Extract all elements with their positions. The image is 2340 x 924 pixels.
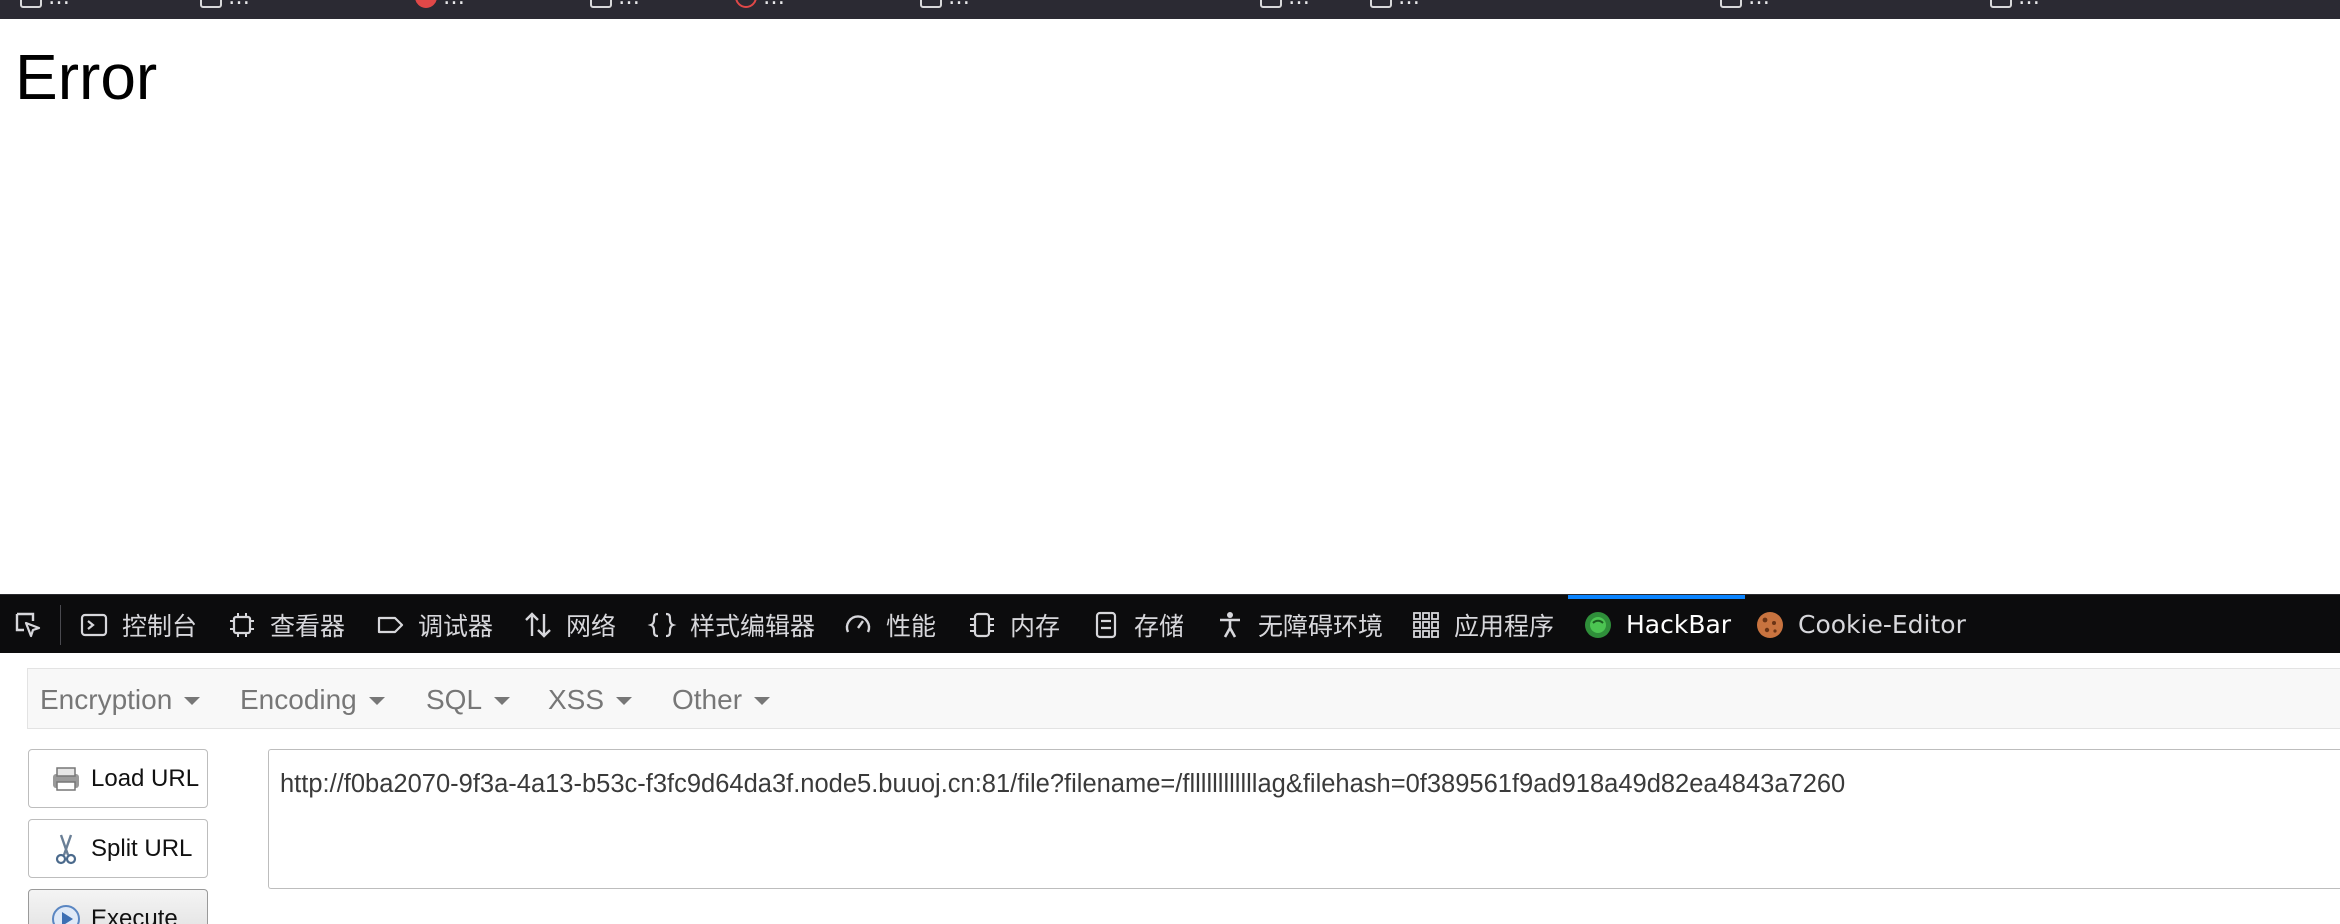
hackbar-menu-bar: Encryption Encoding SQL XSS Other	[27, 668, 2340, 729]
cookie-icon	[1754, 609, 1786, 641]
devtools-toolbar: 控制台 查看器 调试器 网络 样式编辑器 性能 内存 存储 无障碍环境 应用程序…	[0, 594, 2340, 653]
hackbar-panel: Encryption Encoding SQL XSS Other Load U…	[0, 653, 2340, 924]
execute-button[interactable]: Execute	[28, 889, 208, 924]
url-textarea[interactable]: http://f0ba2070-9f3a-4a13-b53c-f3fc9d64d…	[268, 749, 2340, 889]
tab-debugger[interactable]: 调试器	[374, 595, 493, 654]
folder-icon	[1370, 0, 1392, 8]
folder-icon	[1260, 0, 1282, 8]
tab-label: 无障碍环境	[1258, 611, 1384, 641]
bookmark-item[interactable]: …	[20, 0, 70, 12]
gauge-icon	[842, 609, 874, 641]
tab-label: HackBar	[1626, 610, 1732, 639]
tab-inspector[interactable]: 查看器	[226, 595, 345, 654]
menu-sql[interactable]: SQL	[426, 669, 511, 730]
page-heading: Error	[15, 41, 158, 113]
folder-icon	[1720, 0, 1742, 8]
tab-label: Cookie-Editor	[1798, 610, 1966, 639]
menu-other[interactable]: Other	[672, 669, 771, 730]
storage-icon	[1090, 609, 1122, 641]
bookmark-item[interactable]: …	[200, 0, 250, 12]
accessibility-icon	[1214, 609, 1246, 641]
pick-element-icon	[12, 609, 44, 641]
element-picker-button[interactable]	[12, 595, 44, 654]
scissors-icon	[49, 832, 83, 866]
tab-label: 样式编辑器	[690, 611, 816, 641]
tab-cookie-editor[interactable]: Cookie-Editor	[1754, 595, 1966, 654]
page-icon	[920, 0, 942, 8]
folder-icon	[20, 0, 42, 8]
tab-console[interactable]: 控制台	[78, 595, 197, 654]
tab-label: 网络	[566, 611, 617, 641]
active-tab-indicator	[1568, 595, 1746, 599]
bookmark-item[interactable]: …	[735, 0, 785, 12]
shield-icon	[735, 0, 757, 8]
caret-down-icon	[616, 696, 633, 705]
tab-memory[interactable]: 内存	[966, 595, 1060, 654]
caret-down-icon	[368, 696, 385, 705]
menu-encryption[interactable]: Encryption	[40, 669, 201, 730]
caret-down-icon	[494, 696, 511, 705]
bookmark-item[interactable]: …	[415, 0, 465, 12]
caret-down-icon	[754, 696, 771, 705]
folder-icon	[200, 0, 222, 8]
tab-storage[interactable]: 存储	[1090, 595, 1184, 654]
bookmark-item[interactable]: …	[590, 0, 640, 12]
load-url-icon	[49, 762, 83, 796]
bookmarks-bar: … … … … … … … … … …	[0, 0, 2340, 19]
hackbar-icon	[1582, 609, 1614, 641]
load-url-button[interactable]: Load URL	[28, 749, 208, 808]
tab-network[interactable]: 网络	[522, 595, 616, 654]
split-url-button[interactable]: Split URL	[28, 819, 208, 878]
bookmark-item[interactable]: …	[1720, 0, 1770, 12]
folder-icon	[1990, 0, 2012, 8]
menu-encoding[interactable]: Encoding	[240, 669, 385, 730]
console-icon	[78, 609, 110, 641]
bookmark-item[interactable]: …	[1990, 0, 2040, 12]
caret-down-icon	[184, 696, 201, 705]
folder-icon	[590, 0, 612, 8]
tab-label: 应用程序	[1454, 611, 1555, 641]
tab-label: 控制台	[122, 611, 198, 641]
grid-icon	[1410, 609, 1442, 641]
bookmark-item[interactable]: …	[920, 0, 970, 12]
braces-icon	[646, 609, 678, 641]
red-circle-icon	[415, 0, 437, 8]
tab-label: 性能	[886, 611, 937, 641]
tab-style-editor[interactable]: 样式编辑器	[646, 595, 815, 654]
bookmark-item[interactable]: …	[1260, 0, 1310, 12]
debugger-icon	[374, 609, 406, 641]
tab-label: 存储	[1134, 611, 1185, 641]
network-icon	[522, 609, 554, 641]
menu-xss[interactable]: XSS	[548, 669, 633, 730]
inspector-icon	[226, 609, 258, 641]
tab-hackbar[interactable]: HackBar	[1568, 595, 1746, 654]
tab-label: 查看器	[270, 611, 346, 641]
play-icon	[49, 902, 83, 924]
tab-performance[interactable]: 性能	[842, 595, 936, 654]
tab-label: 调试器	[418, 611, 494, 641]
tab-accessibility[interactable]: 无障碍环境	[1214, 595, 1383, 654]
tab-label: 内存	[1010, 611, 1061, 641]
toolbar-separator	[60, 605, 61, 645]
bookmark-item[interactable]: …	[1370, 0, 1420, 12]
tab-application[interactable]: 应用程序	[1410, 595, 1554, 654]
memory-icon	[966, 609, 998, 641]
